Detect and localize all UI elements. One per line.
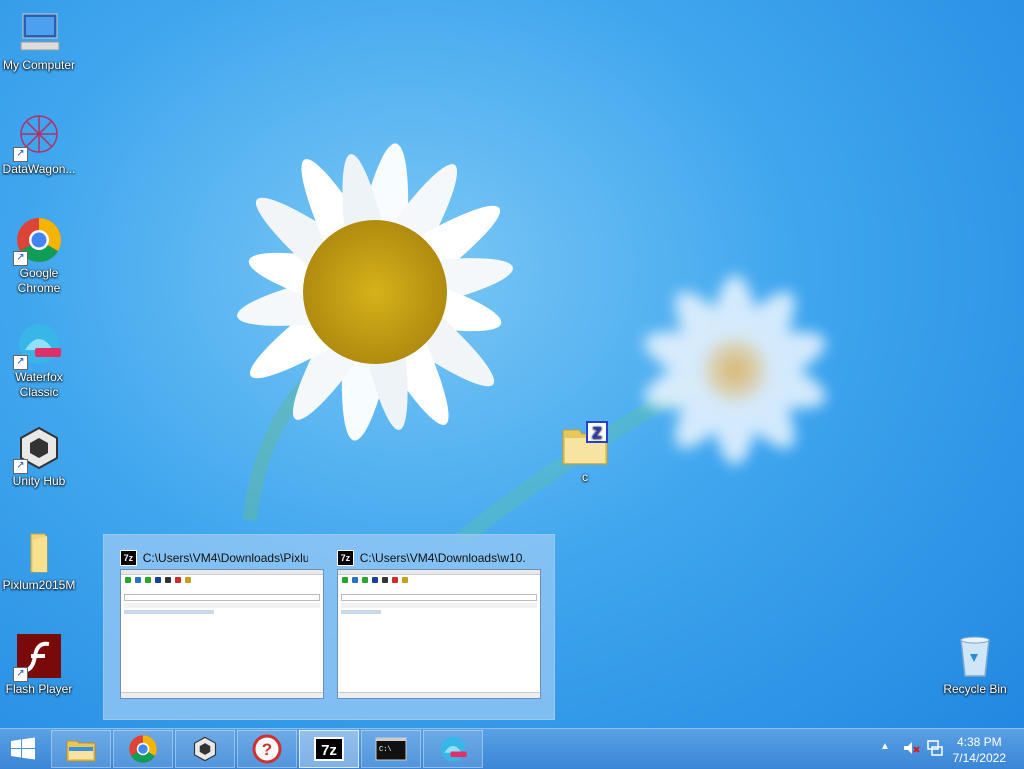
taskbar-file-explorer[interactable] [51, 730, 111, 768]
shortcut-arrow-icon: ↗ [13, 147, 28, 162]
7z-icon: 7z [120, 550, 137, 566]
show-hidden-icons-arrow-icon[interactable]: ▲ [880, 741, 890, 752]
desktop-icon-my-computer[interactable]: My Computer [0, 8, 78, 73]
computer-icon [15, 8, 63, 56]
shortcut-arrow-icon: ↗ [13, 251, 28, 266]
desktop-icon-pixlum-folder[interactable]: Pixlum2015M [0, 528, 78, 593]
thumbnail-title: C:\Users\VM4\Downloads\Pixlu... [142, 551, 308, 565]
clock-date: 7/14/2022 [952, 751, 1006, 765]
taskbar-7-zip[interactable]: 7z [299, 730, 359, 768]
desktop-icon-google-chrome[interactable]: ↗ Google Chrome [0, 216, 78, 296]
shortcut-arrow-icon: ↗ [13, 667, 28, 682]
start-button[interactable] [6, 735, 40, 763]
taskbar: ? 7z C:\ ▲ 4:38 PM 7/14/2022 [0, 728, 1024, 769]
taskbar-help[interactable]: ? [237, 730, 297, 768]
7z-icon: 7z [337, 550, 354, 566]
clock-time: 4:38 PM [956, 735, 1002, 749]
desktop-icon-label: Unity Hub [12, 474, 66, 488]
desktop-icon-label: Google Chrome [17, 266, 61, 295]
unity-icon [193, 736, 217, 762]
shortcut-arrow-icon: ↗ [13, 355, 28, 370]
desktop-icon-datawagon[interactable]: ↗ DataWagon... [0, 112, 78, 177]
volume-muted-icon[interactable] [902, 739, 920, 760]
taskbar-command-prompt[interactable]: C:\ [361, 730, 421, 768]
waterfox-icon: ↗ [13, 320, 63, 370]
shortcut-arrow-icon: ↗ [13, 459, 28, 474]
command-prompt-icon: C:\ [375, 737, 407, 761]
taskbar-waterfox[interactable] [423, 730, 483, 768]
folder-icon [15, 528, 63, 576]
desktop-icon-waterfox-classic[interactable]: ↗ Waterfox Classic [0, 320, 78, 400]
flash-player-icon: ↗ [13, 632, 63, 682]
desktop-icon-label: DataWagon... [2, 162, 76, 176]
chrome-icon: ↗ [13, 216, 63, 266]
help-icon: ? [252, 734, 282, 764]
unity-icon: ↗ [13, 424, 63, 474]
thumbnail-window-2[interactable]: 7z C:\Users\VM4\Downloads\w10... [321, 547, 541, 699]
taskbar-thumbnail-popup: 7z C:\Users\VM4\Downloads\Pixlu... 7z C:… [103, 534, 555, 720]
desktop-icon-flash-player[interactable]: ↗ Flash Player [0, 632, 78, 697]
file-explorer-icon [66, 740, 96, 762]
desktop-icon-label: c [582, 470, 588, 484]
svg-text:C:\: C:\ [379, 746, 392, 754]
waterfox-icon [440, 736, 467, 762]
desktop-icon-label: Pixlum2015M [2, 578, 76, 592]
desktop-icon-label: Waterfox Classic [15, 370, 63, 399]
desktop-icon-label: Flash Player [5, 682, 73, 696]
zip-folder-icon: Z [561, 420, 609, 468]
clock[interactable]: 4:38 PM 7/14/2022 [953, 734, 1006, 766]
datawagon-icon: ↗ [13, 112, 63, 162]
svg-text:Z: Z [592, 425, 602, 442]
chrome-icon [129, 735, 157, 763]
7z-icon: 7z [314, 737, 344, 761]
svg-text:?: ? [262, 740, 272, 759]
desktop-icon-recycle-bin[interactable]: Recycle Bin [936, 632, 1014, 697]
network-icon[interactable] [926, 739, 944, 760]
windows-logo-icon [11, 737, 35, 760]
desktop-icon-c-archive[interactable]: Z c [546, 420, 624, 485]
thumbnail-preview [120, 569, 324, 699]
thumbnail-title: C:\Users\VM4\Downloads\w10... [359, 551, 525, 565]
thumbnail-preview [337, 569, 541, 699]
desktop-icon-unity-hub[interactable]: ↗ Unity Hub [0, 424, 78, 489]
svg-text:7z: 7z [321, 742, 337, 759]
taskbar-google-chrome[interactable] [113, 730, 173, 768]
taskbar-unity-hub[interactable] [175, 730, 235, 768]
recycle-bin-icon [951, 632, 999, 680]
system-tray: ▲ 4:38 PM 7/14/2022 [864, 729, 1024, 769]
desktop-icon-label: My Computer [2, 58, 76, 72]
desktop-icon-label: Recycle Bin [943, 682, 1007, 696]
thumbnail-window-1[interactable]: 7z C:\Users\VM4\Downloads\Pixlu... [104, 547, 324, 699]
